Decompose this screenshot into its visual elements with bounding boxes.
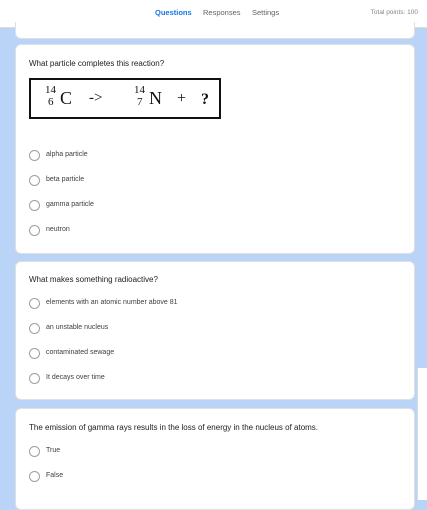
reaction-arrow: -> [89, 90, 103, 106]
radio-button[interactable] [29, 225, 40, 236]
radio-button[interactable] [29, 150, 40, 161]
tab-responses[interactable]: Responses [203, 8, 241, 17]
radio-button[interactable] [29, 323, 40, 334]
option-label: an unstable nucleus [46, 324, 109, 331]
radio-button[interactable] [29, 175, 40, 186]
radio-button[interactable] [29, 200, 40, 211]
product-symbol: N [149, 88, 162, 108]
radio-button[interactable] [29, 373, 40, 384]
option-label: gamma particle [46, 201, 94, 208]
option-label: elements with an atomic number above 81 [46, 299, 178, 306]
reactant-symbol: C [60, 88, 73, 108]
option-label: True [46, 447, 61, 454]
option-label: It decays over time [46, 374, 105, 381]
side-toolbar [417, 368, 427, 500]
option-label: False [46, 472, 64, 479]
question-card-1: What particle completes this reaction? 1… [15, 44, 415, 254]
option-label: alpha particle [46, 151, 88, 158]
radio-button[interactable] [29, 446, 40, 457]
product-mass-number: 14 [134, 84, 145, 96]
reactant-atomic-number: 6 [48, 96, 54, 108]
plus-sign: + [177, 90, 187, 107]
reactant-mass-number: 14 [45, 84, 56, 96]
previous-question-card [15, 22, 415, 39]
total-points: Total points: 100 [370, 9, 418, 16]
question-text: What particle completes this reaction? [29, 59, 165, 68]
product-atomic-number: 7 [137, 96, 143, 108]
question-text: What makes something radioactive? [29, 275, 158, 284]
option-label: neutron [46, 226, 70, 233]
question-text: The emission of gamma rays results in th… [29, 423, 319, 432]
radio-button[interactable] [29, 471, 40, 482]
tab-settings[interactable]: Settings [252, 8, 279, 17]
radio-button[interactable] [29, 298, 40, 309]
radio-button[interactable] [29, 348, 40, 359]
unknown-particle: ? [201, 91, 209, 108]
question-card-3: The emission of gamma rays results in th… [15, 408, 415, 510]
tab-questions[interactable]: Questions [155, 8, 192, 17]
option-label: beta particle [46, 176, 85, 183]
nuclear-equation-image: 14 6 C -> 14 7 N + ? [29, 78, 221, 119]
option-label: contaminated sewage [46, 349, 115, 356]
question-card-2: What makes something radioactive? elemen… [15, 261, 415, 400]
